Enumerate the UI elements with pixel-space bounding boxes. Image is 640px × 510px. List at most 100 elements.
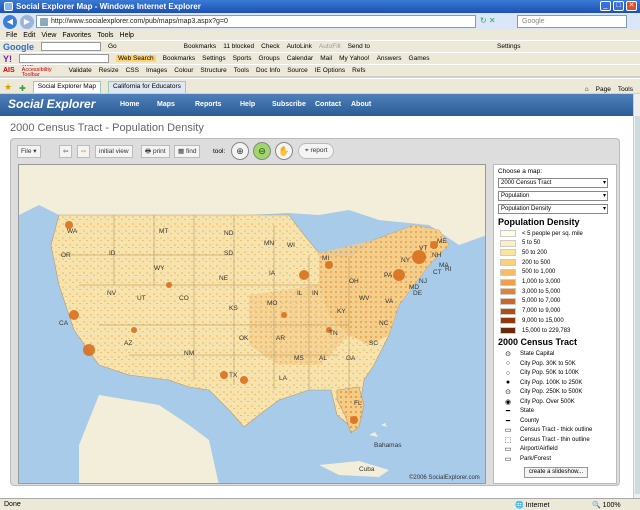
- yahoo-search-input[interactable]: [19, 54, 109, 63]
- yahoo-web-search[interactable]: Web Search: [116, 55, 156, 62]
- nav-maps[interactable]: Maps: [157, 101, 175, 108]
- ais-ieoptions[interactable]: IE Options: [315, 67, 345, 74]
- site-logo[interactable]: Social Explorer: [8, 97, 95, 111]
- density-map[interactable]: WA MT ND MN OR ID SD WI ME WY MI NV NE IA NY VT NH UT CO IL…: [18, 164, 486, 484]
- back-icon[interactable]: ◀: [3, 14, 17, 29]
- state-label: KS: [229, 305, 238, 312]
- ais-tools[interactable]: Tools: [234, 67, 249, 74]
- map-select-3[interactable]: Population Density: [498, 204, 608, 214]
- map-select-1[interactable]: 2000 Census Tract: [498, 178, 608, 188]
- report-button[interactable]: ⌖ report: [298, 143, 335, 159]
- yahoo-bookmarks[interactable]: Bookmarks: [163, 55, 196, 62]
- map-select-2[interactable]: Population: [498, 191, 608, 201]
- tools-menu[interactable]: Tools: [618, 86, 633, 93]
- state-label: LA: [279, 375, 288, 382]
- search-input[interactable]: Google: [517, 15, 627, 28]
- state-label: NY: [401, 257, 411, 264]
- yahoo-mail[interactable]: Mail: [320, 55, 332, 62]
- tab-social-explorer[interactable]: Social Explorer Map: [32, 81, 101, 93]
- census-legend-item: ● City Pop. 100K to 250K: [500, 378, 583, 388]
- close-button[interactable]: ✕: [626, 1, 637, 11]
- menu-help[interactable]: Help: [120, 32, 134, 39]
- status-bar: Done 🌐 Internet 🔍 100%: [0, 498, 640, 510]
- yahoo-games[interactable]: Games: [409, 55, 430, 62]
- legend-label: 1,000 to 3,000: [522, 279, 561, 285]
- ais-resize[interactable]: Resize: [99, 67, 119, 74]
- initial-view-button[interactable]: initial view: [95, 145, 133, 158]
- maximize-button[interactable]: □: [613, 1, 624, 11]
- google-go[interactable]: Go: [108, 43, 117, 50]
- ais-refs[interactable]: Refs: [352, 67, 365, 74]
- menu-edit[interactable]: Edit: [23, 32, 35, 39]
- menu-favorites[interactable]: Favorites: [62, 32, 91, 39]
- census-legend-label: State Capital: [520, 351, 555, 357]
- state-label: AL: [319, 355, 327, 362]
- nav-reports[interactable]: Reports: [195, 101, 221, 108]
- google-settings[interactable]: Settings: [497, 43, 521, 50]
- nav-subscribe[interactable]: Subscribe: [272, 101, 306, 108]
- web-page: Social Explorer Home Maps Reports Help S…: [0, 94, 640, 498]
- census-legend-label: Census Tract - thin outline: [520, 436, 590, 443]
- forward-icon[interactable]: ▶: [20, 14, 34, 29]
- minimize-button[interactable]: _: [600, 1, 611, 11]
- home-icon[interactable]: ⌂: [585, 86, 589, 93]
- state-label: OK: [239, 335, 249, 342]
- yahoo-answers[interactable]: Answers: [377, 55, 402, 62]
- menu-tools[interactable]: Tools: [97, 32, 113, 39]
- create-slideshow-button[interactable]: create a slideshow...: [524, 467, 588, 478]
- ais-colour[interactable]: Colour: [174, 67, 193, 74]
- yahoo-groups[interactable]: Groups: [258, 55, 279, 62]
- find-button[interactable]: ▦ find: [174, 145, 201, 158]
- ais-validate[interactable]: Validate: [69, 67, 92, 74]
- page-scrollbar[interactable]: [633, 94, 640, 498]
- add-favorites-icon[interactable]: ✚: [19, 84, 26, 93]
- nav-contact[interactable]: Contact: [315, 101, 341, 108]
- file-button[interactable]: File ▾: [17, 145, 41, 158]
- ais-docinfo[interactable]: Doc Info: [256, 67, 280, 74]
- back-view-button[interactable]: ⇦: [59, 145, 73, 158]
- favorites-star-icon[interactable]: ★: [4, 82, 12, 93]
- tool-label: tool:: [213, 148, 226, 155]
- nav-help[interactable]: Help: [240, 101, 255, 108]
- google-search-input[interactable]: [41, 42, 101, 51]
- google-blocked[interactable]: 11 blocked: [223, 43, 254, 50]
- google-check[interactable]: Check: [261, 43, 279, 50]
- google-autolink[interactable]: AutoLink: [287, 43, 312, 50]
- scroll-thumb[interactable]: [635, 116, 640, 494]
- google-autofill[interactable]: AutoFill: [319, 43, 341, 50]
- google-sendto[interactable]: Send to: [348, 43, 370, 50]
- nav-home[interactable]: Home: [120, 101, 139, 108]
- yahoo-calendar[interactable]: Calendar: [287, 55, 313, 62]
- state-label: ND: [224, 230, 234, 237]
- zoom-in-tool-icon[interactable]: ⊕: [231, 142, 249, 160]
- print-button[interactable]: 🖶 print: [141, 145, 170, 158]
- state-label: AZ: [124, 340, 132, 347]
- ais-css[interactable]: CSS: [126, 67, 139, 74]
- google-bookmarks[interactable]: Bookmarks: [184, 43, 217, 50]
- page-menu[interactable]: Page: [596, 86, 611, 93]
- zoom-indicator[interactable]: 🔍 100%: [592, 501, 621, 509]
- yahoo-settings[interactable]: Settings: [202, 55, 226, 62]
- mexico-region: [79, 395, 219, 483]
- state-label: NJ: [419, 278, 427, 285]
- find-label: find: [185, 148, 197, 155]
- menu-view[interactable]: View: [41, 32, 56, 39]
- nav-about[interactable]: About: [351, 101, 371, 108]
- yahoo-myyahoo[interactable]: My Yahoo!: [339, 55, 369, 62]
- legend-swatch: [500, 307, 516, 315]
- address-bar[interactable]: http://www.socialexplorer.com/pub/maps/m…: [36, 15, 476, 28]
- zoom-out-tool-icon[interactable]: ⊖: [253, 142, 271, 160]
- pan-hand-tool-icon[interactable]: ✋: [275, 142, 293, 160]
- ais-images[interactable]: Images: [146, 67, 167, 74]
- tab-california[interactable]: California for Educators: [107, 81, 186, 93]
- ais-source[interactable]: Source: [287, 67, 308, 74]
- forward-view-button[interactable]: ⇨: [77, 145, 91, 158]
- census-legend-label: City Pop. Over 500K: [520, 398, 575, 405]
- ais-structure[interactable]: Structure: [200, 67, 226, 74]
- state-label: WI: [287, 242, 295, 249]
- menu-file[interactable]: File: [6, 32, 17, 39]
- census-legend-item: ◉ City Pop. Over 500K: [500, 397, 575, 407]
- refresh-stop-icons[interactable]: ↻ ✕: [480, 16, 496, 25]
- yahoo-sports[interactable]: Sports: [233, 55, 252, 62]
- site-nav-bar: Social Explorer Home Maps Reports Help S…: [0, 94, 633, 116]
